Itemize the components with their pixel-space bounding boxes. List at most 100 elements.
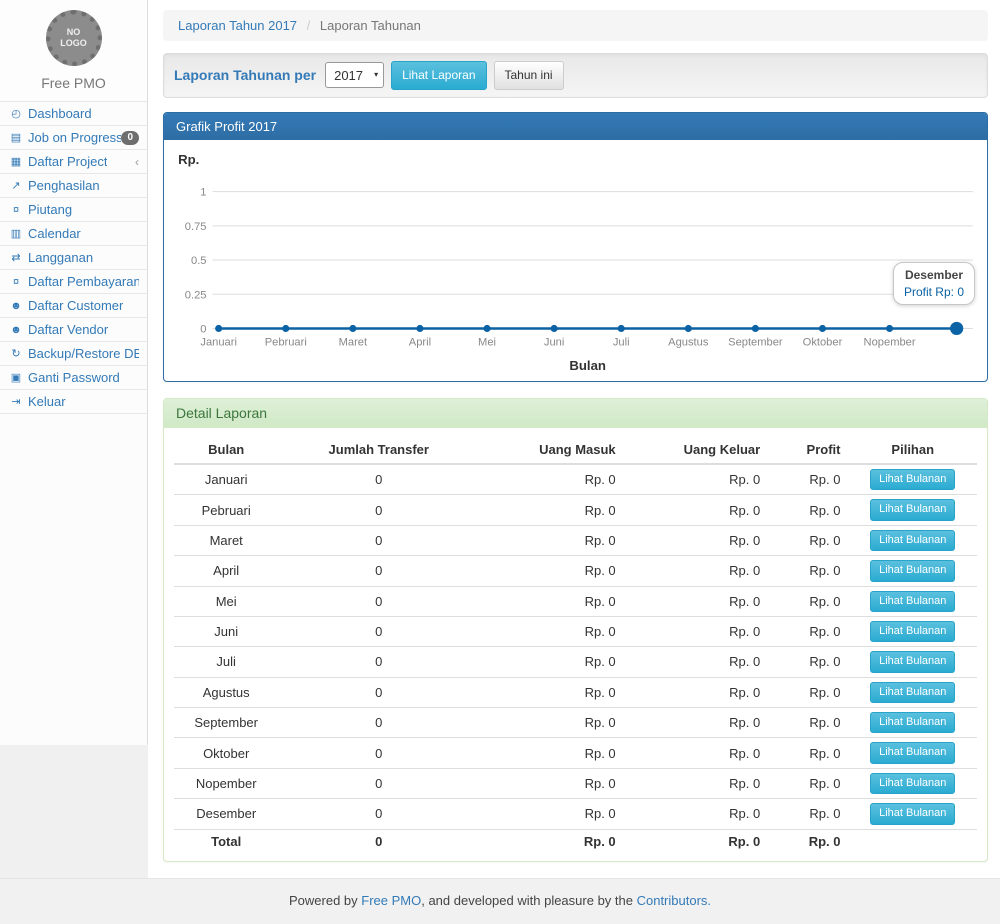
line-chart-icon: ↗: [8, 179, 24, 192]
breadcrumb-link-laporan-tahun[interactable]: Laporan Tahun 2017: [178, 18, 297, 33]
column-header: Bulan: [174, 436, 278, 464]
column-header: Uang Masuk: [479, 436, 624, 464]
cell-uang_masuk: Rp. 0: [479, 525, 624, 555]
sidebar-item-label: Daftar Pembayaran: [28, 274, 139, 289]
cell-profit: Rp. 0: [768, 768, 848, 798]
view-monthly-button[interactable]: Lihat Bulanan: [870, 651, 955, 672]
sidebar-item-label: Backup/Restore DB: [28, 346, 139, 361]
list-icon: ▤: [8, 131, 24, 144]
view-monthly-button[interactable]: Lihat Bulanan: [870, 499, 955, 520]
cell-uang_masuk: Rp. 0: [479, 708, 624, 738]
sidebar-item-daftar-project[interactable]: ▦Daftar Project‹: [0, 150, 147, 174]
svg-text:1: 1: [200, 186, 206, 198]
sidebar-item-label: Job on Progress: [28, 130, 121, 145]
cell-pilihan: Lihat Bulanan: [848, 708, 977, 738]
sidebar-item-daftar-customer[interactable]: ☻Daftar Customer: [0, 294, 147, 318]
sidebar-item-job-on-progress[interactable]: ▤Job on Progress0: [0, 126, 147, 150]
money-icon: ¤: [8, 276, 24, 288]
view-monthly-button[interactable]: Lihat Bulanan: [870, 591, 955, 612]
svg-text:0: 0: [200, 323, 206, 335]
cell-profit: Rp. 0: [768, 647, 848, 677]
cell-bulan: Juni: [174, 616, 278, 646]
svg-text:Bulan: Bulan: [569, 358, 606, 373]
cell-pilihan: Lihat Bulanan: [848, 738, 977, 768]
cell-pilihan: Lihat Bulanan: [848, 556, 977, 586]
sidebar-item-daftar-pembayaran[interactable]: ¤ Daftar Pembayaran: [0, 270, 147, 294]
cell-uang_masuk: Rp. 0: [479, 829, 624, 853]
footer-text-prefix: Powered by: [289, 893, 361, 908]
sidebar-item-calendar[interactable]: ▥Calendar: [0, 222, 147, 246]
sidebar-item-keluar[interactable]: ⇥Keluar: [0, 390, 147, 414]
cell-uang_masuk: Rp. 0: [479, 647, 624, 677]
sidebar-item-dashboard[interactable]: ◴Dashboard: [0, 102, 147, 126]
cell-pilihan: Lihat Bulanan: [848, 495, 977, 525]
cell-uang_keluar: Rp. 0: [624, 525, 769, 555]
cell-jumlah_transfer: 0: [278, 829, 479, 853]
money-icon: ¤: [8, 204, 24, 216]
cell-profit: Rp. 0: [768, 464, 848, 495]
cell-uang_keluar: Rp. 0: [624, 738, 769, 768]
view-monthly-button[interactable]: Lihat Bulanan: [870, 803, 955, 824]
cell-uang_masuk: Rp. 0: [479, 495, 624, 525]
view-monthly-button[interactable]: Lihat Bulanan: [870, 682, 955, 703]
sidebar-item-label: Langganan: [28, 250, 93, 265]
year-select[interactable]: 2017: [325, 62, 384, 88]
view-monthly-button[interactable]: Lihat Bulanan: [870, 469, 955, 490]
table-row: Juni0Rp. 0Rp. 0Rp. 0Lihat Bulanan: [174, 616, 977, 646]
current-year-button[interactable]: Tahun ini: [494, 61, 564, 90]
cell-pilihan: Lihat Bulanan: [848, 677, 977, 707]
table-row: Januari0Rp. 0Rp. 0Rp. 0Lihat Bulanan: [174, 464, 977, 495]
sidebar-item-ganti-password[interactable]: ▣Ganti Password: [0, 366, 147, 390]
footer-link-free-pmo[interactable]: Free PMO: [361, 893, 421, 908]
users-icon: ☻: [8, 324, 24, 336]
cell-pilihan: Lihat Bulanan: [848, 616, 977, 646]
sidebar-item-label: Daftar Customer: [28, 298, 123, 313]
cell-uang_keluar: Rp. 0: [624, 616, 769, 646]
svg-text:Januari: Januari: [200, 337, 237, 349]
sidebar-item-piutang[interactable]: ¤ Piutang: [0, 198, 147, 222]
cell-pilihan: [848, 829, 977, 853]
table-row: September0Rp. 0Rp. 0Rp. 0Lihat Bulanan: [174, 708, 977, 738]
svg-text:0.25: 0.25: [185, 289, 207, 301]
svg-text:0.5: 0.5: [191, 255, 207, 267]
view-monthly-button[interactable]: Lihat Bulanan: [870, 773, 955, 794]
sidebar-item-daftar-vendor[interactable]: ☻ Daftar Vendor: [0, 318, 147, 342]
sign-out-icon: ⇥: [8, 395, 24, 408]
cell-uang_masuk: Rp. 0: [479, 768, 624, 798]
cell-jumlah_transfer: 0: [278, 768, 479, 798]
cell-jumlah_transfer: 0: [278, 616, 479, 646]
cell-jumlah_transfer: 0: [278, 495, 479, 525]
svg-text:Maret: Maret: [339, 337, 368, 349]
view-monthly-button[interactable]: Lihat Bulanan: [870, 560, 955, 581]
sidebar-item-label: Piutang: [28, 202, 72, 217]
brand-name: Free PMO: [0, 75, 147, 91]
view-report-button[interactable]: Lihat Laporan: [391, 61, 486, 90]
cell-bulan: September: [174, 708, 278, 738]
detail-panel-body: BulanJumlah TransferUang MasukUang Kelua…: [164, 428, 987, 861]
cell-jumlah_transfer: 0: [278, 556, 479, 586]
footer-text-middle: , and developed with pleasure by the: [421, 893, 636, 908]
footer-link-contributors[interactable]: Contributors.: [637, 893, 711, 908]
view-monthly-button[interactable]: Lihat Bulanan: [870, 712, 955, 733]
svg-text:Agustus: Agustus: [668, 337, 709, 349]
table-row: Nopember0Rp. 0Rp. 0Rp. 0Lihat Bulanan: [174, 768, 977, 798]
view-monthly-button[interactable]: Lihat Bulanan: [870, 742, 955, 763]
sidebar-item-langganan[interactable]: ⇄Langganan: [0, 246, 147, 270]
table-row: Desember0Rp. 0Rp. 0Rp. 0Lihat Bulanan: [174, 799, 977, 829]
profit-line-chart[interactable]: Rp.10.750.50.250JanuariPebruariMaretApri…: [170, 146, 981, 379]
filter-label: Laporan Tahunan per: [174, 67, 316, 83]
cell-pilihan: Lihat Bulanan: [848, 464, 977, 495]
svg-text:Nopember: Nopember: [864, 337, 916, 349]
sidebar-item-penghasilan[interactable]: ↗Penghasilan: [0, 174, 147, 198]
cell-uang_keluar: Rp. 0: [624, 677, 769, 707]
sidebar-item-label: Daftar Vendor: [28, 322, 108, 337]
view-monthly-button[interactable]: Lihat Bulanan: [870, 530, 955, 551]
table-row: Maret0Rp. 0Rp. 0Rp. 0Lihat Bulanan: [174, 525, 977, 555]
view-monthly-button[interactable]: Lihat Bulanan: [870, 621, 955, 642]
cell-profit: Rp. 0: [768, 495, 848, 525]
sidebar-item-backup-restore-db[interactable]: ↻Backup/Restore DB: [0, 342, 147, 366]
svg-text:September: September: [728, 337, 783, 349]
sidebar-menu: ◴Dashboard▤Job on Progress0▦Daftar Proje…: [0, 102, 147, 414]
cell-bulan: Desember: [174, 799, 278, 829]
sidebar-item-label: Daftar Project: [28, 154, 107, 169]
